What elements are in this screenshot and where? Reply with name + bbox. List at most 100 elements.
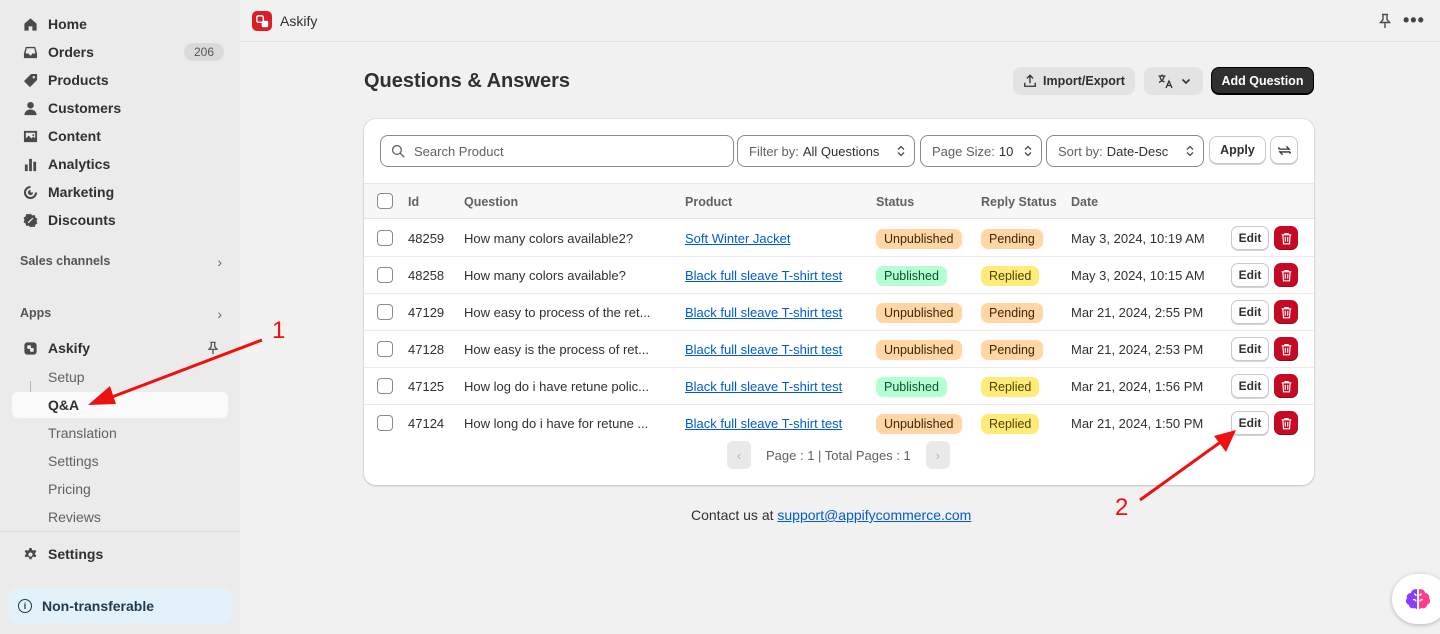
row-question: How easy to process of the ret...	[464, 305, 651, 320]
apply-button[interactable]: Apply	[1209, 136, 1266, 164]
nav-home-label: Home	[48, 16, 87, 32]
add-question-button[interactable]: Add Question	[1211, 67, 1314, 95]
row-product-link[interactable]: Soft Winter Jacket	[685, 231, 790, 246]
sub-item-reviews[interactable]: Reviews	[12, 504, 228, 530]
row-checkbox[interactable]	[377, 267, 393, 283]
row-product-link[interactable]: Black full sleave T-shirt test	[685, 379, 842, 394]
delete-button[interactable]	[1274, 300, 1298, 324]
non-transferable-label: Non-transferable	[42, 598, 155, 614]
chevron-left-icon: ‹	[736, 447, 742, 463]
delete-button[interactable]	[1274, 263, 1298, 287]
nav-orders[interactable]: Orders 206	[12, 39, 228, 65]
table-row[interactable]: 48258 How many colors available? Black f…	[364, 257, 1314, 294]
row-product-link[interactable]: Black full sleave T-shirt test	[685, 268, 842, 283]
questions-card: Filter by: All Questions Page Size: 10 S…	[364, 119, 1314, 485]
column-header-status[interactable]: Status	[876, 195, 914, 209]
nav-home[interactable]: Home	[12, 11, 228, 37]
select-arrows-icon	[1186, 145, 1194, 157]
edit-button[interactable]: Edit	[1231, 337, 1269, 361]
pagination-text: Page : 1 | Total Pages : 1	[766, 447, 911, 463]
sub-item-qa[interactable]: Q&A	[12, 392, 228, 418]
sort-select[interactable]: Sort by: Date-Desc	[1046, 135, 1204, 167]
row-id: 47125	[408, 379, 445, 394]
filter-select[interactable]: Filter by: All Questions	[737, 135, 915, 167]
chevron-right-icon: ›	[935, 447, 940, 463]
row-checkbox[interactable]	[377, 230, 393, 246]
table-row[interactable]: 47125 How log do i have retune polic... …	[364, 368, 1314, 405]
gear-icon	[22, 546, 38, 562]
select-all-checkbox[interactable]	[377, 193, 393, 209]
reply-status-badge: Replied	[981, 414, 1040, 434]
discount-icon	[22, 212, 38, 228]
non-transferable-banner[interactable]: i Non-transferable	[8, 588, 232, 624]
previous-page-button[interactable]: ‹	[727, 441, 751, 469]
sub-item-settings[interactable]: Settings	[12, 448, 228, 474]
nav-products[interactable]: Products	[12, 67, 228, 93]
column-header-reply-status[interactable]: Reply Status	[981, 195, 1057, 209]
status-badge: Unpublished	[876, 303, 962, 323]
reply-status-badge: Replied	[981, 377, 1040, 397]
row-date: Mar 21, 2024, 2:55 PM	[1071, 305, 1204, 320]
language-dropdown-button[interactable]	[1144, 67, 1203, 95]
row-product-link[interactable]: Black full sleave T-shirt test	[685, 305, 842, 320]
trash-icon	[1281, 417, 1291, 429]
page-size-select[interactable]: Page Size: 10	[920, 135, 1042, 167]
edit-button[interactable]: Edit	[1231, 411, 1269, 435]
sub-item-pricing[interactable]: Pricing	[12, 476, 228, 502]
select-arrows-icon	[897, 145, 905, 157]
more-horizontal-icon[interactable]: •••	[1403, 10, 1425, 31]
chevron-right-icon[interactable]: ›	[217, 306, 222, 322]
row-checkbox[interactable]	[377, 304, 393, 320]
nav-app-askify[interactable]: Askify	[12, 335, 228, 361]
contact-prefix: Contact us at	[691, 507, 774, 523]
row-product-link[interactable]: Black full sleave T-shirt test	[685, 342, 842, 357]
search-input[interactable]	[414, 143, 714, 159]
pin-icon[interactable]	[206, 341, 220, 355]
table-row[interactable]: 47124 How long do i have for retune ... …	[364, 405, 1314, 442]
row-checkbox[interactable]	[377, 341, 393, 357]
table-row[interactable]: 47129 How easy to process of the ret... …	[364, 294, 1314, 331]
sales-channels-heading[interactable]: Sales channels	[20, 254, 110, 268]
nav-analytics[interactable]: Analytics	[12, 151, 228, 177]
nav-marketing[interactable]: Marketing	[12, 179, 228, 205]
page-size-label: Page Size:	[932, 143, 995, 159]
search-icon	[391, 144, 405, 158]
nav-settings[interactable]: Settings	[12, 541, 228, 567]
pin-icon[interactable]	[1377, 13, 1393, 29]
refresh-button[interactable]	[1270, 136, 1298, 164]
reply-status-badge: Pending	[981, 340, 1043, 360]
table-row[interactable]: 47128 How easy is the process of ret... …	[364, 331, 1314, 368]
apps-heading[interactable]: Apps	[20, 306, 51, 320]
support-email-link[interactable]: support@appifycommerce.com	[777, 507, 971, 523]
contact-footer: Contact us at support@appifycommerce.com	[691, 507, 971, 523]
chevron-right-icon[interactable]: ›	[217, 254, 222, 270]
search-field[interactable]	[380, 135, 734, 167]
column-header-question[interactable]: Question	[464, 195, 518, 209]
delete-button[interactable]	[1274, 411, 1298, 435]
delete-button[interactable]	[1274, 337, 1298, 361]
table-row[interactable]: 48259 How many colors available2? Soft W…	[364, 220, 1314, 257]
reply-status-badge: Pending	[981, 303, 1043, 323]
row-checkbox[interactable]	[377, 378, 393, 394]
import-export-button[interactable]: Import/Export	[1013, 67, 1135, 95]
row-product-link[interactable]: Black full sleave T-shirt test	[685, 416, 842, 431]
edit-button[interactable]: Edit	[1231, 374, 1269, 398]
edit-button[interactable]: Edit	[1231, 300, 1269, 324]
delete-button[interactable]	[1274, 374, 1298, 398]
delete-button[interactable]	[1274, 226, 1298, 250]
edit-button[interactable]: Edit	[1231, 226, 1269, 250]
reply-status-badge: Pending	[981, 229, 1043, 249]
column-header-product[interactable]: Product	[685, 195, 732, 209]
column-header-id[interactable]: Id	[408, 195, 419, 209]
sub-item-translation[interactable]: Translation	[12, 420, 228, 446]
nav-customers[interactable]: Customers	[12, 95, 228, 121]
column-header-date[interactable]: Date	[1071, 195, 1098, 209]
topbar-app-name: Askify	[280, 13, 318, 29]
sub-item-setup[interactable]: Setup	[12, 364, 228, 390]
row-checkbox[interactable]	[377, 415, 393, 431]
nav-content[interactable]: Content	[12, 123, 228, 149]
next-page-button[interactable]: ›	[925, 441, 950, 469]
edit-button[interactable]: Edit	[1231, 263, 1269, 287]
nav-discounts[interactable]: Discounts	[12, 207, 228, 233]
nav-settings-label: Settings	[48, 546, 104, 562]
